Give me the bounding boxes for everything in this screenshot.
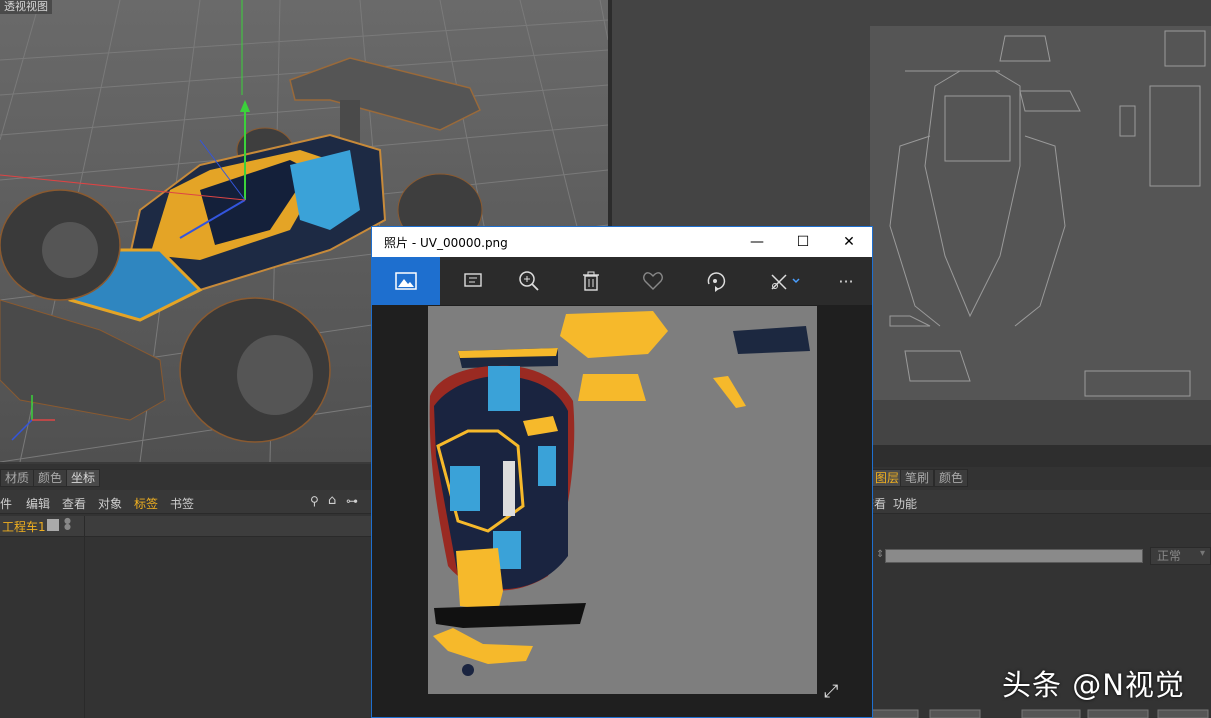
heart-icon[interactable] <box>622 257 684 305</box>
link-icon[interactable]: ⊶ <box>346 494 358 508</box>
edit-icon[interactable] <box>752 257 820 305</box>
tab-coordinates[interactable]: 坐标 <box>66 469 101 487</box>
menu-functions[interactable]: 功能 <box>893 495 917 512</box>
fullscreen-icon[interactable]: ⤢ <box>824 681 838 702</box>
opacity-slider[interactable] <box>885 549 1143 563</box>
home-icon[interactable]: ⌂ <box>328 493 336 508</box>
object-row-divider <box>0 536 372 537</box>
uv-wireframe-canvas[interactable] <box>870 26 1211 400</box>
more-icon[interactable]: ··· <box>820 257 872 305</box>
layers-menubar <box>870 490 1211 514</box>
object-name[interactable]: 工程车1 <box>2 518 46 535</box>
menu-tags[interactable]: 标签 <box>134 495 158 512</box>
photos-window[interactable]: 照片 - UV_00000.png — ☐ ✕ ··· ⤢ <box>371 226 873 718</box>
tab-color[interactable]: 颜色 <box>33 469 68 487</box>
photos-toolbar: ··· <box>372 257 872 305</box>
uv-texture <box>429 311 810 676</box>
close-button[interactable]: ✕ <box>826 227 872 257</box>
search-icon[interactable]: ⚲ <box>310 494 319 508</box>
visibility-dots-icon[interactable]: ● ● <box>64 517 71 531</box>
tab-layers[interactable]: 图层 <box>870 469 905 487</box>
uv-wireframe <box>889 30 1206 397</box>
watermark: 头条 @N视觉 <box>1002 668 1185 702</box>
photos-title: 照片 - UV_00000.png <box>384 236 508 250</box>
maximize-button[interactable]: ☐ <box>780 227 826 257</box>
photos-titlebar[interactable]: 照片 - UV_00000.png — ☐ ✕ <box>372 227 872 257</box>
zoom-in-icon[interactable] <box>498 257 560 305</box>
tab-brush[interactable]: 笔刷 <box>900 469 935 487</box>
object-column-divider <box>84 516 85 718</box>
slideshow-icon[interactable] <box>442 257 504 305</box>
texture-view-lower <box>870 400 1211 445</box>
uv-texture-image[interactable] <box>428 306 817 694</box>
delete-icon[interactable] <box>560 257 622 305</box>
layer-icon[interactable] <box>47 519 59 531</box>
menu-bookmarks[interactable]: 书签 <box>170 495 194 512</box>
menu-view[interactable]: 查看 <box>62 495 86 512</box>
menu-file[interactable]: 文件 <box>0 495 12 512</box>
tab-material[interactable]: 材质 <box>0 469 35 487</box>
viewport-title[interactable]: 透视视图 <box>0 0 52 14</box>
layers-panel-header <box>870 445 1211 467</box>
tab-color-right[interactable]: 颜色 <box>934 469 969 487</box>
image-icon[interactable] <box>372 257 440 305</box>
rotate-icon[interactable] <box>684 257 746 305</box>
chevron-down-icon[interactable]: ▾ <box>1200 548 1205 559</box>
opacity-arrows-icon[interactable]: ⇕ <box>876 549 884 560</box>
layer-tool-icons[interactable] <box>872 706 1211 718</box>
menu-edit[interactable]: 编辑 <box>26 495 50 512</box>
menu-objects[interactable]: 对象 <box>98 495 122 512</box>
minimize-button[interactable]: — <box>734 227 780 257</box>
